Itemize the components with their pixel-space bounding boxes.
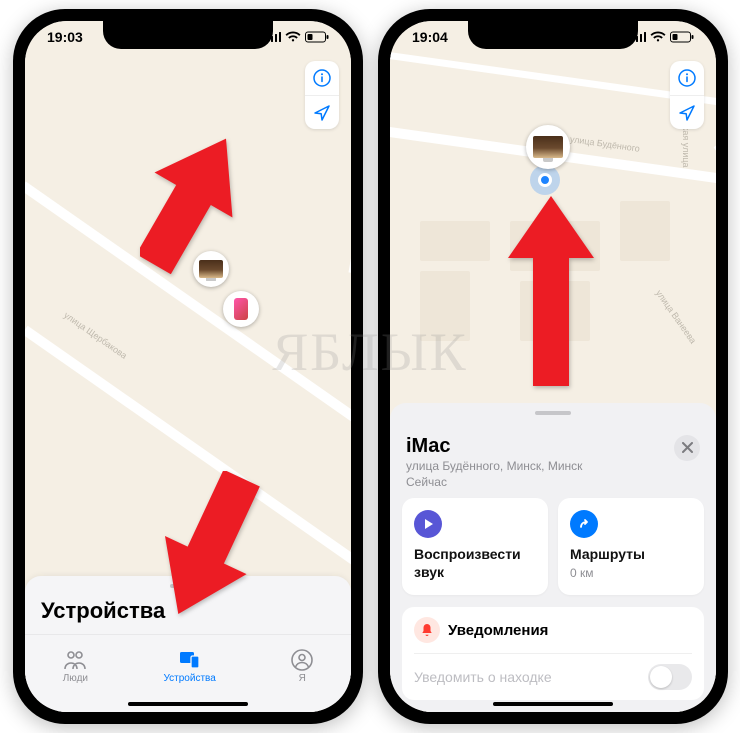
- notify-found-label: Уведомить о находке: [414, 669, 552, 685]
- tab-people[interactable]: Люди: [63, 649, 88, 684]
- notch: [468, 21, 638, 49]
- battery-icon: [670, 31, 694, 43]
- bell-icon: [414, 617, 440, 643]
- play-icon: [414, 510, 442, 538]
- tab-label: Устройства: [163, 673, 215, 684]
- battery-icon: [305, 31, 329, 43]
- tab-me[interactable]: Я: [291, 649, 313, 684]
- wifi-icon: [650, 31, 666, 43]
- device-name: iMac: [406, 435, 700, 458]
- street-label: улица Щербакова: [62, 310, 129, 361]
- notifications-card: Уведомления Уведомить о находке: [402, 607, 704, 700]
- annotation-arrow: [160, 471, 260, 621]
- tab-devices[interactable]: Устройства: [163, 649, 215, 684]
- phone-mock-left: 19:03 улица Щербакова: [13, 9, 363, 724]
- tab-bar: Люди Устройства Я: [25, 634, 351, 698]
- play-sound-label: Воспроизвести звук: [414, 546, 536, 581]
- notch: [103, 21, 273, 49]
- map-info-button[interactable]: [670, 61, 704, 95]
- notifications-title: Уведомления: [448, 622, 548, 639]
- directions-label: Маршруты: [570, 546, 692, 564]
- me-icon: [291, 649, 313, 671]
- tab-label: Люди: [63, 673, 88, 684]
- notify-found-switch[interactable]: [648, 664, 692, 690]
- map-locate-button[interactable]: [670, 95, 704, 129]
- home-indicator[interactable]: [128, 702, 248, 706]
- map-controls: [670, 61, 704, 129]
- devices-icon: [178, 649, 202, 671]
- annotation-arrow: [140, 129, 240, 274]
- directions-card[interactable]: Маршруты 0 км: [558, 498, 704, 595]
- device-timestamp: Сейчас: [406, 474, 700, 490]
- sheet-grabber[interactable]: [535, 411, 571, 415]
- notify-when-found-row[interactable]: Уведомить о находке: [414, 653, 692, 700]
- annotation-arrow: [506, 196, 596, 386]
- map-controls: [305, 61, 339, 129]
- directions-icon: [570, 510, 598, 538]
- tab-label: Я: [299, 673, 306, 684]
- directions-distance: 0 км: [570, 566, 692, 580]
- street-label: улица Будённого: [569, 134, 640, 154]
- close-button[interactable]: [674, 435, 700, 461]
- home-indicator[interactable]: [493, 702, 613, 706]
- status-time: 19:04: [412, 29, 448, 45]
- device-address: улица Будённого, Минск, Минск: [406, 458, 700, 474]
- device-pin-imac[interactable]: [526, 125, 570, 169]
- map-info-button[interactable]: [305, 61, 339, 95]
- status-time: 19:03: [47, 29, 83, 45]
- play-sound-card[interactable]: Воспроизвести звук: [402, 498, 548, 595]
- device-pin-iphone[interactable]: [223, 291, 259, 327]
- phone-mock-right: 19:04 улица Будённого ули: [378, 9, 728, 724]
- map-locate-button[interactable]: [305, 95, 339, 129]
- device-detail-sheet[interactable]: iMac улица Будённого, Минск, Минск Сейча…: [390, 403, 716, 712]
- current-location-dot: [538, 173, 552, 187]
- people-icon: [63, 649, 87, 671]
- wifi-icon: [285, 31, 301, 43]
- street-label: улица Ванеева: [654, 288, 698, 345]
